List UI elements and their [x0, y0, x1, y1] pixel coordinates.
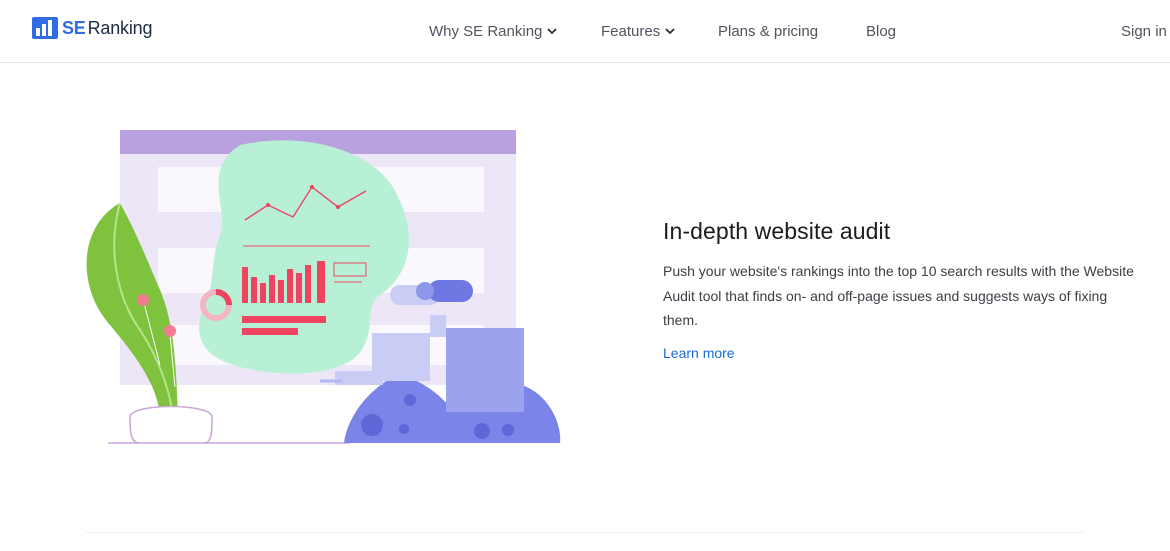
sign-in-link[interactable]: Sign in — [1121, 23, 1167, 40]
nav-why-se-ranking[interactable]: Why SE Ranking — [429, 23, 558, 40]
website-audit-illustration — [86, 130, 561, 444]
feature-section: In-depth website audit Push your website… — [663, 218, 1143, 363]
bar-chart-icon — [32, 17, 58, 39]
logo-wordmark: SE Ranking — [62, 18, 152, 39]
site-header: SE Ranking Why SE Ranking Features Plans … — [0, 0, 1170, 63]
learn-more-link[interactable]: Learn more — [663, 345, 735, 361]
nav-blog[interactable]: Blog — [866, 23, 896, 40]
logo-ranking-text: Ranking — [87, 17, 153, 38]
logo[interactable]: SE Ranking — [32, 16, 152, 40]
nav-features-label: Features — [601, 23, 661, 40]
nav-blog-label: Blog — [866, 23, 897, 40]
chevron-down-icon — [665, 28, 675, 35]
feature-title: In-depth website audit — [663, 218, 891, 244]
chevron-down-icon — [547, 28, 558, 35]
logo-se-text: SE — [62, 17, 86, 38]
feature-description: Push your website's rankings into the to… — [663, 263, 1134, 328]
section-divider — [85, 532, 1085, 533]
nav-plans-pricing[interactable]: Plans & pricing — [718, 23, 818, 40]
nav-plans-pricing-label: Plans & pricing — [718, 23, 819, 40]
nav-why-se-ranking-label: Why SE Ranking — [429, 23, 543, 40]
nav-features[interactable]: Features — [601, 23, 675, 40]
